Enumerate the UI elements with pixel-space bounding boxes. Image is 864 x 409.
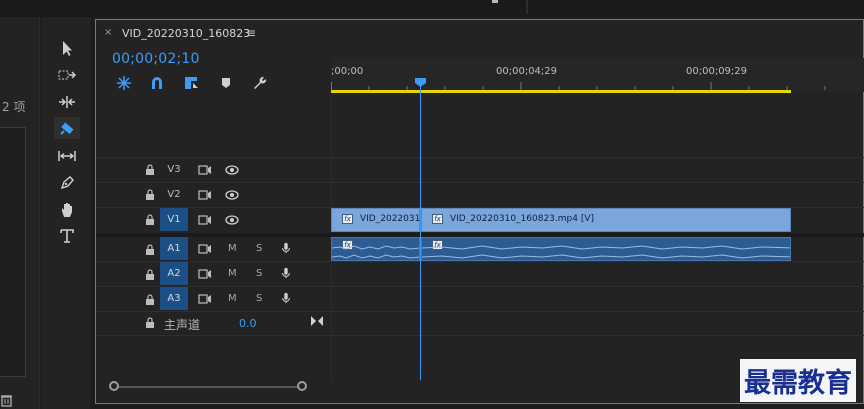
master-track-label: 主声道 — [164, 318, 201, 332]
track-v2: V2 — [96, 183, 331, 207]
razor-icon — [60, 122, 74, 135]
add-marker-icon[interactable] — [218, 75, 234, 91]
sync-lock-icon[interactable] — [198, 268, 212, 280]
panel-menu-icon[interactable]: ≡ — [246, 26, 256, 40]
playhead-handle[interactable] — [415, 78, 426, 87]
work-area-bar[interactable] — [331, 90, 791, 93]
ruler-ticks — [331, 82, 826, 90]
razor-tool[interactable] — [54, 117, 80, 139]
lock-icon[interactable] — [145, 269, 155, 280]
solo-button[interactable]: S — [256, 293, 262, 304]
lock-icon[interactable] — [145, 189, 155, 200]
track-name-v1[interactable]: V1 — [160, 208, 188, 231]
sync-lock-icon[interactable] — [198, 189, 212, 201]
arrow-icon — [63, 41, 72, 56]
sync-lock-icon[interactable] — [198, 164, 212, 176]
track-name-v3[interactable]: V3 — [160, 158, 188, 181]
microphone-icon[interactable] — [279, 292, 293, 304]
lock-icon[interactable] — [145, 164, 155, 175]
audio-clip[interactable]: fx — [331, 237, 420, 261]
track-v1: V1 — [96, 208, 331, 232]
time-ruler[interactable]: ;00;00 00;00;04;29 00;00;09;29 — [331, 58, 864, 92]
lock-icon[interactable] — [145, 214, 155, 225]
slip-icon — [58, 151, 76, 161]
master-volume-value[interactable]: 0.0 — [239, 317, 257, 330]
slip-tool[interactable] — [54, 145, 80, 167]
snap-magnet-icon[interactable] — [149, 75, 165, 91]
playhead-timecode[interactable]: 00;00;02;10 — [112, 51, 200, 67]
audio-clip[interactable]: fx — [421, 237, 791, 261]
track-v3: V3 — [96, 158, 331, 182]
track-select-tool[interactable] — [54, 64, 80, 86]
mute-button[interactable]: M — [228, 268, 237, 279]
selection-tool[interactable] — [54, 37, 80, 59]
clip-label: VID_2022031 — [360, 214, 421, 224]
go-to-end-icon[interactable] — [310, 315, 324, 327]
sequence-tab-title[interactable]: VID_20220310_160823 — [122, 27, 250, 40]
pen-icon — [60, 176, 74, 190]
fx-badge: fx — [432, 214, 443, 224]
trash-icon[interactable] — [0, 393, 14, 407]
scroll-start-handle[interactable] — [109, 381, 119, 391]
eye-icon[interactable] — [225, 164, 239, 176]
timeline-panel: × VID_20220310_160823 ≡ 00;00;02;10 ;00;… — [95, 19, 864, 404]
eye-icon[interactable] — [225, 214, 239, 226]
sync-lock-icon[interactable] — [198, 243, 212, 255]
sync-lock-icon[interactable] — [198, 214, 212, 226]
ruler-label: ;00;00 — [331, 66, 364, 77]
hand-tool[interactable] — [54, 199, 80, 221]
track-name-v2[interactable]: V2 — [160, 183, 188, 206]
video-clip[interactable]: fx VID_2022031 — [331, 208, 420, 232]
microphone-icon[interactable] — [279, 242, 293, 254]
track-divider — [96, 311, 864, 312]
mute-button[interactable]: M — [228, 243, 237, 254]
track-name-a2[interactable]: A2 — [160, 262, 188, 285]
clip-label: VID_20220310_160823.mp4 [V] — [450, 214, 595, 224]
panel-divider — [526, 0, 528, 14]
audio-waveform — [422, 245, 790, 259]
track-name-a1[interactable]: A1 — [160, 237, 188, 260]
lock-icon[interactable] — [145, 317, 155, 328]
top-handle-icon — [492, 0, 498, 3]
sync-lock-icon[interactable] — [198, 293, 212, 305]
playhead-line[interactable] — [420, 82, 421, 380]
track-a2: A2 M S — [96, 262, 331, 286]
project-item-count: 2 项 — [2, 100, 26, 114]
top-strip — [0, 0, 864, 17]
wrench-icon[interactable] — [251, 75, 267, 91]
track-a1: A1 M S — [96, 237, 331, 261]
track-select-icon — [58, 70, 76, 80]
video-clip[interactable]: fx VID_20220310_160823.mp4 [V] — [421, 208, 791, 232]
close-tab-button[interactable]: × — [104, 27, 112, 38]
track-divider — [96, 335, 864, 336]
fx-badge: fx — [342, 214, 353, 224]
horizontal-scrollbar[interactable] — [114, 386, 304, 388]
type-tool[interactable] — [54, 225, 80, 247]
ripple-edit-tool[interactable] — [54, 91, 80, 113]
eye-icon[interactable] — [225, 189, 239, 201]
text-icon — [60, 229, 74, 243]
track-a3: A3 M S — [96, 287, 331, 311]
solo-button[interactable]: S — [256, 243, 262, 254]
nest-toggle-icon[interactable] — [116, 75, 132, 91]
tools-panel — [42, 17, 90, 409]
microphone-icon[interactable] — [279, 267, 293, 279]
watermark-logo: 最需教育 — [740, 359, 856, 402]
ruler-label: 00;00;09;29 — [686, 66, 748, 77]
ruler-label: 00;00;04;29 — [496, 66, 558, 77]
hand-icon — [62, 203, 72, 217]
track-name-a3[interactable]: A3 — [160, 287, 188, 310]
mute-button[interactable]: M — [228, 293, 237, 304]
audio-waveform — [332, 245, 419, 259]
ripple-edit-icon — [59, 96, 75, 108]
lock-icon[interactable] — [145, 244, 155, 255]
project-panel: 2 项 — [0, 17, 40, 409]
project-list[interactable] — [0, 127, 26, 377]
scroll-end-handle[interactable] — [297, 381, 307, 391]
linked-selection-icon[interactable] — [183, 75, 199, 91]
lock-icon[interactable] — [145, 294, 155, 305]
solo-button[interactable]: S — [256, 268, 262, 279]
pen-tool[interactable] — [54, 172, 80, 194]
